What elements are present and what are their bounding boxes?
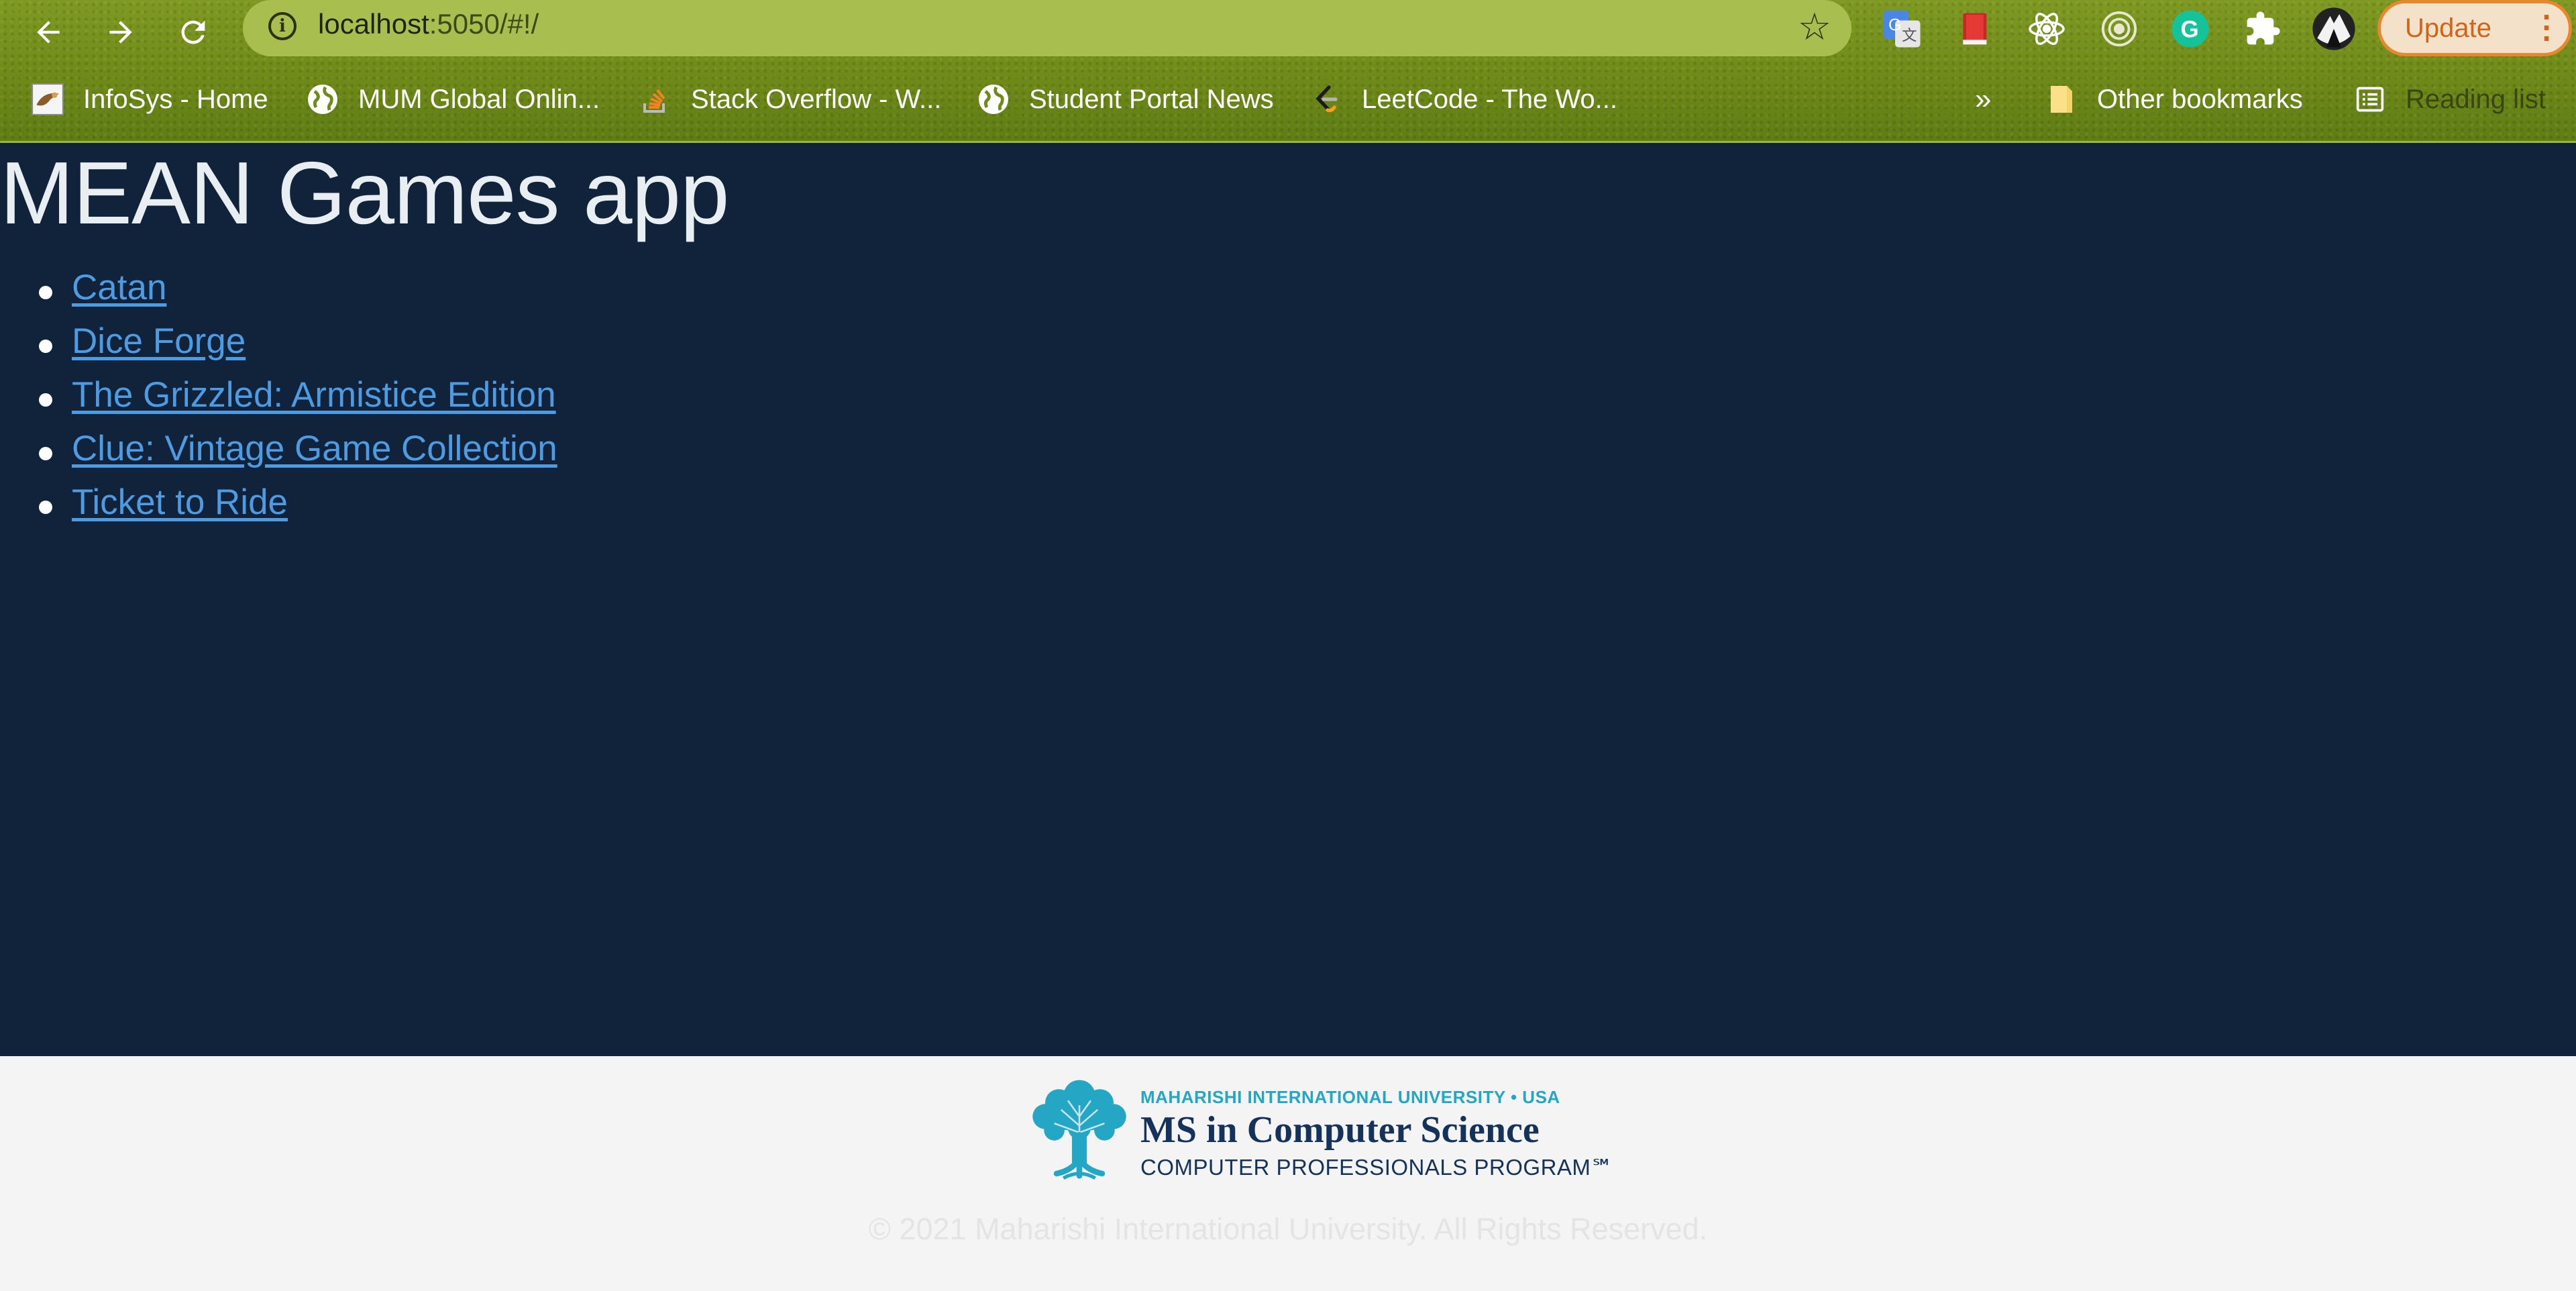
forward-button[interactable] — [97, 8, 145, 56]
list-item: Ticket to Ride — [0, 482, 557, 535]
back-button[interactable] — [24, 8, 72, 56]
game-link-clue[interactable]: Clue: Vintage Game Collection — [72, 429, 557, 468]
grammarly-icon[interactable]: G — [2168, 7, 2212, 51]
globe-icon — [977, 83, 1010, 116]
extensions-puzzle-icon[interactable] — [2241, 7, 2285, 51]
target-extension-icon[interactable] — [2097, 7, 2141, 51]
globe-icon — [306, 83, 339, 116]
svg-text:文: 文 — [1902, 28, 1917, 44]
bookmark-stack-overflow[interactable]: Stack Overflow - W... — [639, 79, 941, 119]
reload-button[interactable] — [169, 8, 217, 56]
stackoverflow-icon — [639, 83, 672, 116]
reading-list-button[interactable]: Reading list — [2353, 79, 2546, 119]
update-label: Update — [2405, 13, 2491, 43]
update-button[interactable]: Update · · · — [2377, 0, 2572, 56]
bookmark-label: LeetCode - The Wo... — [1362, 84, 1617, 114]
address-bar[interactable]: i localhost:5050/#!/ ☆ — [243, 0, 1851, 56]
copyright-text: © 2021 Maharishi International Universit… — [868, 1212, 1708, 1246]
list-item: The Grizzled: Armistice Edition — [0, 374, 557, 428]
bookmark-label: InfoSys - Home — [83, 84, 268, 114]
folder-icon — [2045, 83, 2078, 116]
svg-text:G: G — [2181, 17, 2199, 43]
page-footer: MAHARISHI INTERNATIONAL UNIVERSITY • USA… — [0, 1056, 2576, 1291]
bookmarks-overflow-button[interactable]: » — [1975, 79, 1991, 119]
forward-arrow-icon — [109, 21, 132, 44]
menu-dots-icon[interactable]: · · · — [2542, 1, 2553, 54]
logo-program-subtitle: COMPUTER PROFESSIONALS PROGRAM℠ — [1140, 1155, 1614, 1180]
tree-logo-icon — [1032, 1080, 1126, 1180]
page-title: MEAN Games app — [0, 144, 729, 242]
profile-avatar-icon[interactable] — [2312, 7, 2356, 51]
leetcode-icon — [1309, 83, 1343, 116]
list-item: Clue: Vintage Game Collection — [0, 428, 557, 482]
bookmark-student-portal[interactable]: Student Portal News — [977, 79, 1274, 119]
bookmark-infosys[interactable]: InfoSys - Home — [31, 79, 268, 119]
list-item: Dice Forge — [0, 321, 557, 374]
google-translate-icon[interactable]: G文 — [1880, 7, 1924, 51]
browser-chrome: i localhost:5050/#!/ ☆ G文 G Update · · · I… — [0, 0, 2576, 143]
game-link-dice-forge[interactable]: Dice Forge — [72, 321, 246, 361]
game-link-the-grizzled[interactable]: The Grizzled: Armistice Edition — [72, 375, 556, 415]
site-info-icon[interactable]: i — [268, 12, 297, 40]
book-extension-icon[interactable] — [1953, 7, 1998, 51]
overflow-label: » — [1975, 83, 1992, 115]
reading-list-label: Reading list — [2406, 84, 2546, 114]
reading-list-icon — [2353, 83, 2387, 116]
bookmark-label: Stack Overflow - W... — [691, 84, 942, 114]
other-bookmarks-label: Other bookmarks — [2097, 84, 2303, 114]
url-host: localhost — [318, 8, 429, 40]
logo-university-line: MAHARISHI INTERNATIONAL UNIVERSITY • USA — [1140, 1087, 1560, 1107]
url-path: :5050/#!/ — [429, 8, 539, 40]
logo-program-title: MS in Computer Science — [1140, 1109, 1540, 1151]
infosys-icon — [31, 83, 64, 116]
back-arrow-icon — [37, 21, 60, 44]
svg-text:G: G — [1888, 16, 1901, 35]
bookmark-label: Student Portal News — [1029, 84, 1274, 114]
list-item: Catan — [0, 267, 557, 321]
university-logo: MAHARISHI INTERNATIONAL UNIVERSITY • USA… — [1022, 1071, 1613, 1185]
bookmark-leetcode[interactable]: LeetCode - The Wo... — [1309, 79, 1617, 119]
reload-icon — [181, 20, 205, 44]
other-bookmarks-button[interactable]: Other bookmarks — [2045, 79, 2303, 119]
react-devtools-icon[interactable] — [2025, 7, 2069, 51]
bookmark-mum-global[interactable]: MUM Global Onlin... — [306, 79, 600, 119]
bookmark-label: MUM Global Onlin... — [358, 84, 600, 114]
bookmark-star-icon[interactable]: ☆ — [1798, 5, 1831, 49]
game-link-ticket-to-ride[interactable]: Ticket to Ride — [72, 482, 288, 522]
url-text[interactable]: localhost:5050/#!/ — [318, 8, 539, 40]
game-link-catan[interactable]: Catan — [72, 268, 166, 307]
games-list: Catan Dice Forge The Grizzled: Armistice… — [0, 267, 557, 535]
